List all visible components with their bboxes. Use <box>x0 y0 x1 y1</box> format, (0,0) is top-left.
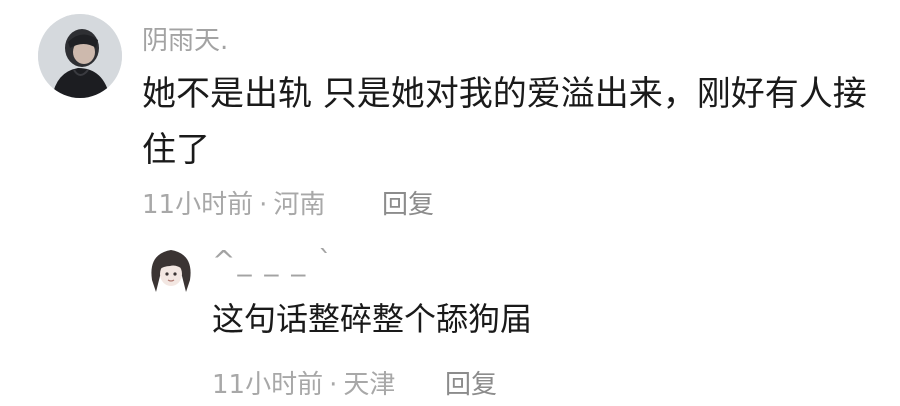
reply-button[interactable]: 回复 <box>445 364 497 401</box>
location: 天津 <box>343 370 396 400</box>
timestamp: 11小时前 <box>212 370 324 400</box>
user-avatar-image <box>142 240 200 298</box>
comment-meta: 11小时前 · 天津 <box>212 364 395 401</box>
reply-item: ^_ _ _ ` 这句话整碎整个舔狗届 11小时前 · 天津 回复 <box>0 230 900 406</box>
user-avatar-image <box>38 14 122 98</box>
comment-text: 这句话整碎整个舔狗届 <box>212 300 533 338</box>
comment-item: 阴雨天. 她不是出轨 只是她对我的爱溢出来，刚好有人接住了 11小时前 · 河南 回… <box>0 0 900 230</box>
comment-text: 她不是出轨 只是她对我的爱溢出来，刚好有人接住了 <box>142 74 867 170</box>
avatar[interactable] <box>38 14 122 98</box>
avatar[interactable] <box>142 240 200 298</box>
username[interactable]: 阴雨天. <box>142 20 228 57</box>
comment-meta: 11小时前 · 河南 <box>142 184 325 221</box>
meta-separator: · <box>259 190 268 220</box>
timestamp: 11小时前 <box>142 190 254 220</box>
username[interactable]: ^_ _ _ ` <box>212 244 334 277</box>
location: 河南 <box>273 190 326 220</box>
reply-button[interactable]: 回复 <box>382 184 434 221</box>
meta-separator: · <box>329 370 338 400</box>
